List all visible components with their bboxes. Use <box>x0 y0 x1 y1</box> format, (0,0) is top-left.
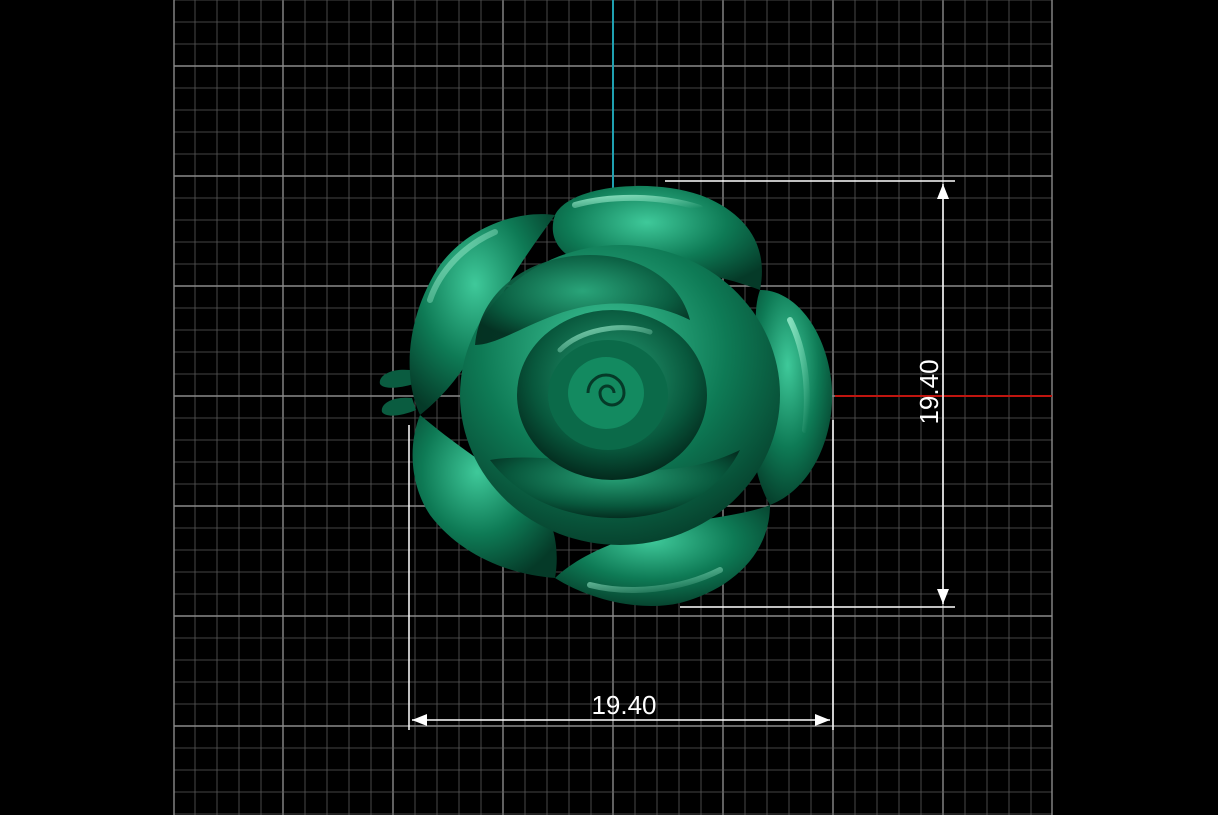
viewport-canvas[interactable]: 19.40 19.40 <box>0 0 1218 815</box>
petal-core-inner <box>568 357 644 429</box>
leaf-stub-lower <box>381 397 416 416</box>
cad-viewport[interactable]: 19.40 19.40 <box>0 0 1218 815</box>
leaf-stub-upper <box>379 369 414 388</box>
width-dim-label: 19.40 <box>591 690 656 720</box>
height-dim-label: 19.40 <box>914 359 944 424</box>
